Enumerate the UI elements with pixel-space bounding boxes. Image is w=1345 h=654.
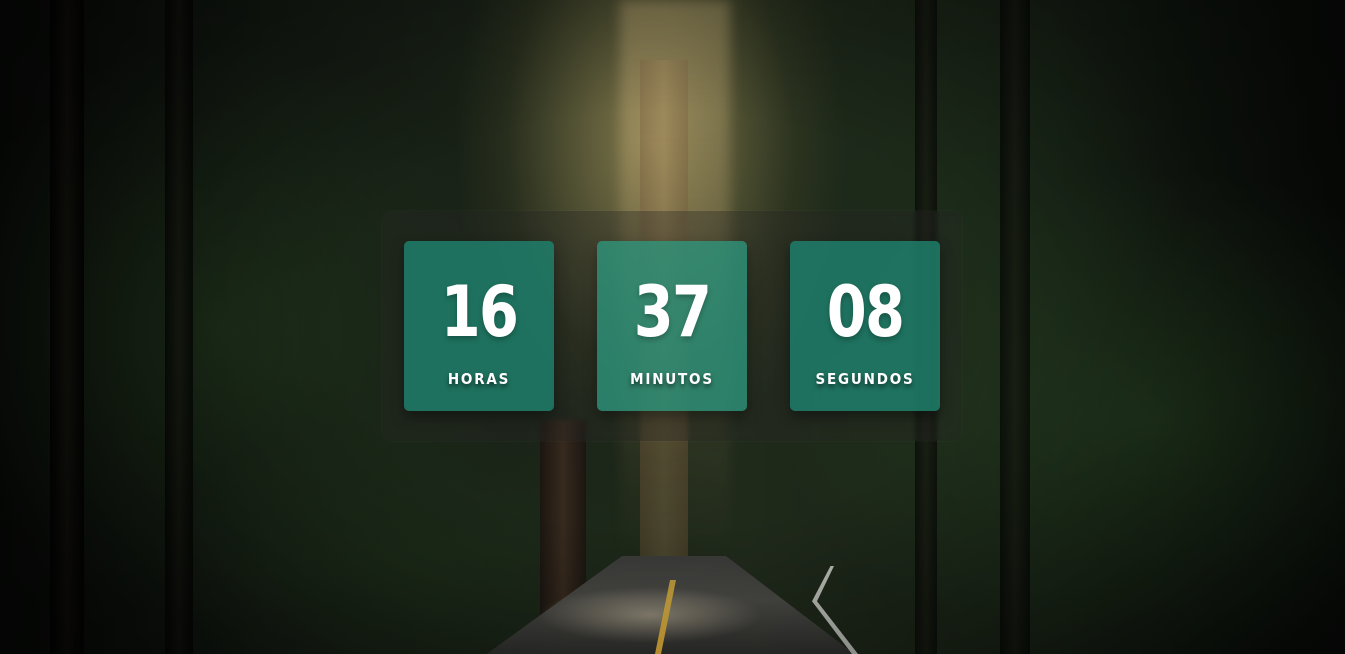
hours-value: 16 — [440, 271, 519, 353]
countdown-minutes: 37 MINUTOS — [597, 241, 747, 411]
countdown-page: 16 HORAS 37 MINUTOS 08 SEGUNDOS — [0, 0, 1345, 654]
seconds-label: SEGUNDOS — [815, 370, 915, 388]
minutes-label: MINUTOS — [630, 370, 714, 388]
hours-label: HORAS — [447, 370, 511, 388]
minutes-value: 37 — [633, 271, 712, 353]
countdown-hours: 16 HORAS — [404, 241, 554, 411]
countdown-panel: 16 HORAS 37 MINUTOS 08 SEGUNDOS — [382, 211, 962, 441]
countdown-seconds: 08 SEGUNDOS — [790, 241, 940, 411]
seconds-value: 08 — [826, 271, 905, 353]
